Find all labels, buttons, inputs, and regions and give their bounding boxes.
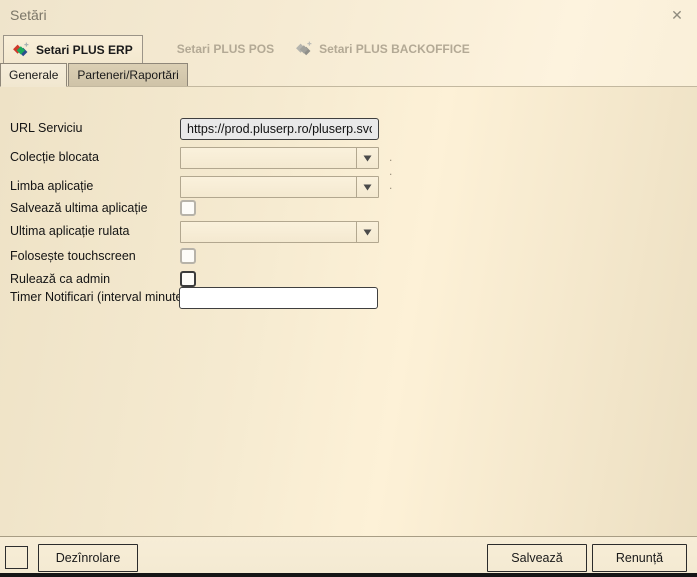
tab-label: Setari PLUS POS (177, 42, 274, 56)
main-tab-strip: Setari PLUS ERP Setari PLUS POS Setari P… (0, 35, 697, 63)
title-bar: Setări ✕ (0, 0, 697, 34)
combobox-value (181, 177, 356, 197)
salveaza-button[interactable]: Salvează (487, 544, 587, 572)
dezinrolare-button[interactable]: Dezînrolare (38, 544, 138, 572)
salveaza-ultima-label: Salvează ultima aplicație (10, 201, 148, 215)
plus-erp-logo-icon (13, 42, 30, 58)
generale-tab-panel: URL Serviciu Colecție blocata . . . Limb… (0, 87, 697, 536)
tab-parteneri-raportari[interactable]: Parteneri/Raportări (68, 63, 187, 87)
colectie-blocata-label: Colecție blocata (10, 150, 99, 164)
ruleaza-ca-admin-label: Rulează ca admin (10, 272, 110, 286)
tab-generale[interactable]: Generale (0, 63, 67, 87)
tab-setari-plus-backoffice[interactable]: Setari PLUS BACKOFFICE (286, 35, 480, 63)
chevron-down-icon[interactable] (356, 177, 378, 197)
settings-dialog: Setări ✕ Setari PLUS ERP Setari PLUS POS (0, 0, 697, 577)
chevron-down-icon[interactable] (356, 148, 378, 168)
browse-ellipsis-button[interactable]: . . . (389, 150, 394, 192)
tab-label: Setari PLUS ERP (36, 43, 133, 57)
colectie-blocata-combobox[interactable] (180, 147, 379, 169)
ruleaza-ca-admin-checkbox[interactable] (180, 271, 196, 287)
limba-aplicatie-label: Limba aplicație (10, 179, 93, 193)
chevron-down-icon[interactable] (356, 222, 378, 242)
tab-setari-plus-pos[interactable]: Setari PLUS POS (167, 35, 284, 63)
renunta-button[interactable]: Renunță (592, 544, 687, 572)
bottom-dark-strip (0, 573, 697, 577)
ultima-aplicatie-label: Ultima aplicație rulata (10, 224, 130, 238)
tab-setari-plus-erp[interactable]: Setari PLUS ERP (3, 35, 143, 63)
sub-tab-strip: Generale Parteneri/Raportări (0, 63, 697, 87)
foloseste-touchscreen-label: Folosește touchscreen (10, 249, 136, 263)
footer-square-checkbox[interactable] (5, 546, 28, 569)
salveaza-ultima-checkbox[interactable] (180, 200, 196, 216)
dialog-title: Setări (10, 7, 47, 23)
footer-bar: Dezînrolare Salvează Renunță (0, 536, 697, 574)
tab-label: Parteneri/Raportări (77, 68, 178, 82)
foloseste-touchscreen-checkbox[interactable] (180, 248, 196, 264)
combobox-value (181, 148, 356, 168)
combobox-value (181, 222, 356, 242)
tab-label: Generale (9, 68, 58, 82)
close-icon[interactable]: ✕ (668, 6, 686, 24)
limba-aplicatie-combobox[interactable] (180, 176, 379, 198)
timer-notificari-label: Timer Notificari (interval minute) (10, 290, 187, 304)
ultima-aplicatie-combobox[interactable] (180, 221, 379, 243)
plus-erp-logo-gray-icon (296, 41, 313, 57)
url-serviciu-label: URL Serviciu (10, 121, 82, 135)
url-serviciu-input[interactable] (180, 118, 379, 140)
timer-notificari-input[interactable] (179, 287, 378, 309)
tab-label: Setari PLUS BACKOFFICE (319, 42, 470, 56)
